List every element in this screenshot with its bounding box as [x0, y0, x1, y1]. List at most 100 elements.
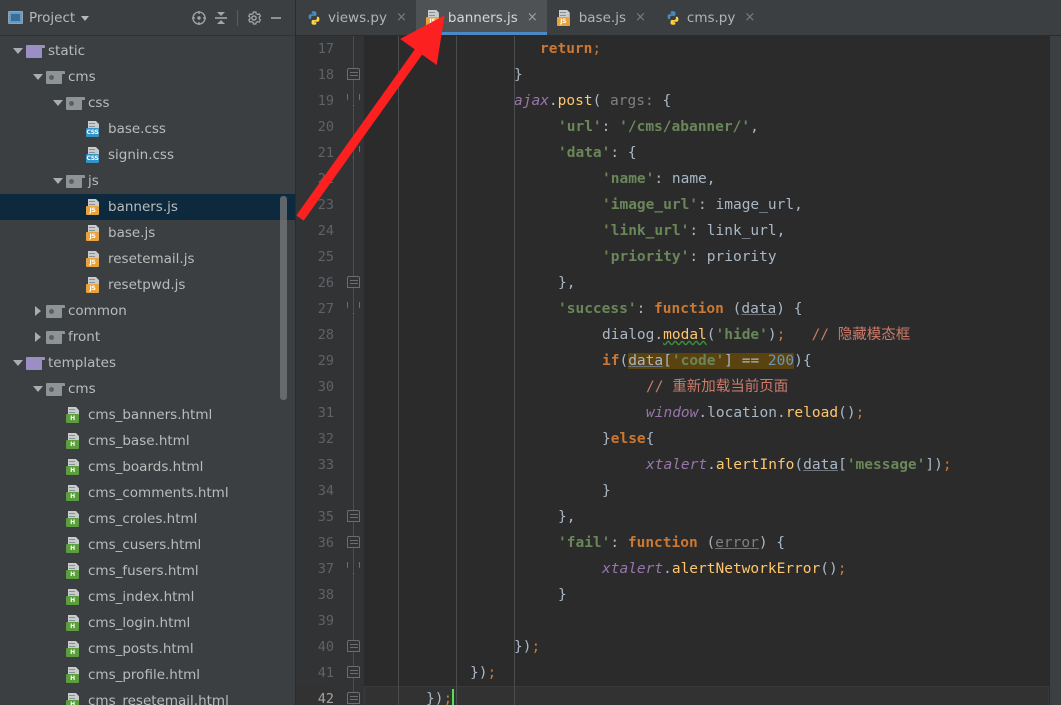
editor-tab-views-py[interactable]: views.py × [296, 0, 416, 35]
chevron-down-icon[interactable] [81, 16, 89, 21]
tree-file-row[interactable]: JSbase.js [0, 220, 295, 246]
locate-target-icon[interactable] [188, 7, 210, 29]
code-line[interactable]: 'success': function (data) { [364, 296, 1049, 322]
minimize-icon[interactable] [265, 7, 287, 29]
tree-file-row[interactable]: Hcms_posts.html [0, 636, 295, 662]
tree-file-row[interactable]: Hcms_resetemail.html [0, 688, 295, 705]
tree-folder-row[interactable]: cms [0, 64, 295, 90]
editor-tab-base-js[interactable]: JSbase.js× [547, 0, 655, 35]
chevron-down-icon[interactable] [50, 173, 66, 189]
close-icon[interactable]: × [527, 10, 538, 25]
tree-file-row[interactable]: Hcms_boards.html [0, 454, 295, 480]
editor-tab-cms-py[interactable]: cms.py× [655, 0, 764, 35]
code-line[interactable]: xtalert.alertNetworkError(); [364, 556, 1049, 582]
project-tool-window-button[interactable]: Project [8, 10, 89, 26]
chevron-down-icon[interactable] [10, 355, 26, 371]
tree-file-row[interactable]: Hcms_base.html [0, 428, 295, 454]
code-line[interactable]: 'url': '/cms/abanner/', [364, 114, 1049, 140]
code-fold-marker[interactable] [346, 665, 361, 680]
chevron-down-icon[interactable] [10, 43, 26, 59]
tree-file-row[interactable]: Hcms_comments.html [0, 480, 295, 506]
code-fold-marker[interactable] [346, 93, 361, 108]
chevron-right-icon[interactable] [30, 303, 46, 319]
code-fold-marker[interactable] [346, 301, 361, 316]
chevron-down-icon[interactable] [30, 381, 46, 397]
code-fold-marker[interactable] [346, 691, 361, 705]
code-fold-marker[interactable] [346, 535, 361, 550]
tree-folder-row[interactable]: common [0, 298, 295, 324]
chevron-right-icon[interactable] [30, 329, 46, 345]
code-fold-marker[interactable] [346, 509, 361, 524]
tree-file-row[interactable]: CSSsignin.css [0, 142, 295, 168]
css-file-icon: CSS [86, 121, 102, 137]
code-line[interactable] [364, 608, 1049, 634]
code-line[interactable]: ajax.post( args: { [364, 88, 1049, 114]
html-file-icon: H [66, 511, 82, 527]
tree-item-label: resetemail.js [108, 251, 195, 267]
collapse-all-icon[interactable] [210, 7, 232, 29]
tree-file-row[interactable]: JSbanners.js [0, 194, 295, 220]
code-line[interactable]: 'data': { [364, 140, 1049, 166]
code-line[interactable]: }); [364, 686, 1049, 705]
tree-item-label: cms [68, 69, 96, 85]
close-icon[interactable]: × [635, 10, 646, 25]
close-icon[interactable]: × [396, 10, 407, 25]
tree-item-label: js [88, 173, 99, 189]
tree-file-row[interactable]: JSresetpwd.js [0, 272, 295, 298]
python-file-icon [665, 10, 681, 26]
code-line[interactable]: } [364, 478, 1049, 504]
folder-icon [46, 331, 62, 344]
code-fold-marker[interactable] [346, 145, 361, 160]
code-line[interactable]: 'fail': function (error) { [364, 530, 1049, 556]
code-line[interactable]: 'name': name, [364, 166, 1049, 192]
tree-file-row[interactable]: Hcms_banners.html [0, 402, 295, 428]
close-icon[interactable]: × [744, 10, 755, 25]
tree-folder-row[interactable]: js [0, 168, 295, 194]
tree-indent [50, 563, 66, 579]
tree-folder-row[interactable]: css [0, 90, 295, 116]
tree-file-row[interactable]: Hcms_index.html [0, 584, 295, 610]
code-line[interactable]: 'priority': priority [364, 244, 1049, 270]
code-line[interactable]: 'image_url': image_url, [364, 192, 1049, 218]
tree-file-row[interactable]: Hcms_login.html [0, 610, 295, 636]
tree-indent [50, 641, 66, 657]
code-folding-gutter[interactable] [342, 36, 364, 705]
code-text[interactable]: return;}ajax.post( args: {'url': '/cms/a… [364, 36, 1049, 705]
tab-label: views.py [328, 10, 387, 26]
code-line[interactable]: } [364, 582, 1049, 608]
code-fold-marker[interactable] [346, 67, 361, 82]
code-line[interactable]: // 重新加载当前页面 [364, 374, 1049, 400]
code-line[interactable]: } [364, 62, 1049, 88]
code-line[interactable]: }, [364, 504, 1049, 530]
editor-tab-bar: views.py×JSbanners.js×JSbase.js×cms.py× [296, 0, 1061, 36]
tree-file-row[interactable]: CSSbase.css [0, 116, 295, 142]
editor-tab-banners-js[interactable]: JSbanners.js× [416, 0, 547, 35]
code-line[interactable]: dialog.modal('hide'); // 隐藏模态框 [364, 322, 1049, 348]
code-line[interactable]: }else{ [364, 426, 1049, 452]
code-line[interactable]: return; [364, 36, 1049, 62]
tree-folder-row[interactable]: static [0, 38, 295, 64]
tree-file-row[interactable]: Hcms_cusers.html [0, 532, 295, 558]
code-line[interactable]: }); [364, 634, 1049, 660]
code-line[interactable]: if(data['code'] == 200){ [364, 348, 1049, 374]
code-line[interactable]: 'link_url': link_url, [364, 218, 1049, 244]
tree-folder-row[interactable]: templates [0, 350, 295, 376]
code-line[interactable]: }); [364, 660, 1049, 686]
chevron-down-icon[interactable] [30, 69, 46, 85]
tree-folder-row[interactable]: cms [0, 376, 295, 402]
sidebar-scrollbar-thumb[interactable] [280, 196, 287, 400]
tree-file-row[interactable]: JSresetemail.js [0, 246, 295, 272]
chevron-down-icon[interactable] [50, 95, 66, 111]
code-line[interactable]: xtalert.alertInfo(data['message']); [364, 452, 1049, 478]
code-line[interactable]: window.location.reload(); [364, 400, 1049, 426]
tree-file-row[interactable]: Hcms_croles.html [0, 506, 295, 532]
code-fold-marker[interactable] [346, 275, 361, 290]
code-line[interactable]: }, [364, 270, 1049, 296]
tree-file-row[interactable]: Hcms_profile.html [0, 662, 295, 688]
code-fold-marker[interactable] [346, 639, 361, 654]
code-fold-marker[interactable] [346, 561, 361, 576]
project-tree[interactable]: static cms cssCSSbase.cssCSSsignin.css js JS… [0, 36, 295, 705]
tree-folder-row[interactable]: front [0, 324, 295, 350]
tree-file-row[interactable]: Hcms_fusers.html [0, 558, 295, 584]
gear-icon[interactable] [243, 7, 265, 29]
